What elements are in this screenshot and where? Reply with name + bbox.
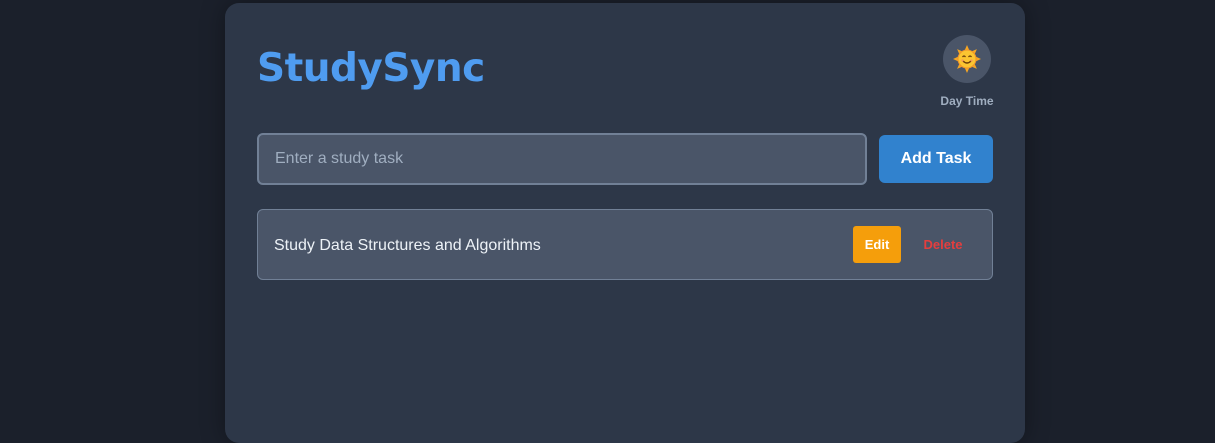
app-title: StudySync: [257, 46, 485, 91]
task-list-item: Study Data Structures and Algorithms Edi…: [257, 209, 993, 280]
task-input[interactable]: [257, 133, 867, 185]
task-text: Study Data Structures and Algorithms: [274, 237, 541, 254]
sun-face-icon: [953, 45, 981, 73]
theme-toggle-button[interactable]: [943, 35, 991, 83]
add-task-button[interactable]: Add Task: [879, 135, 993, 183]
delete-task-button[interactable]: Delete: [913, 226, 973, 263]
edit-task-button[interactable]: Edit: [853, 226, 901, 263]
theme-label: Day Time: [940, 94, 994, 108]
app-card: StudySync Day Time Add Task Study Data: [225, 3, 1025, 443]
